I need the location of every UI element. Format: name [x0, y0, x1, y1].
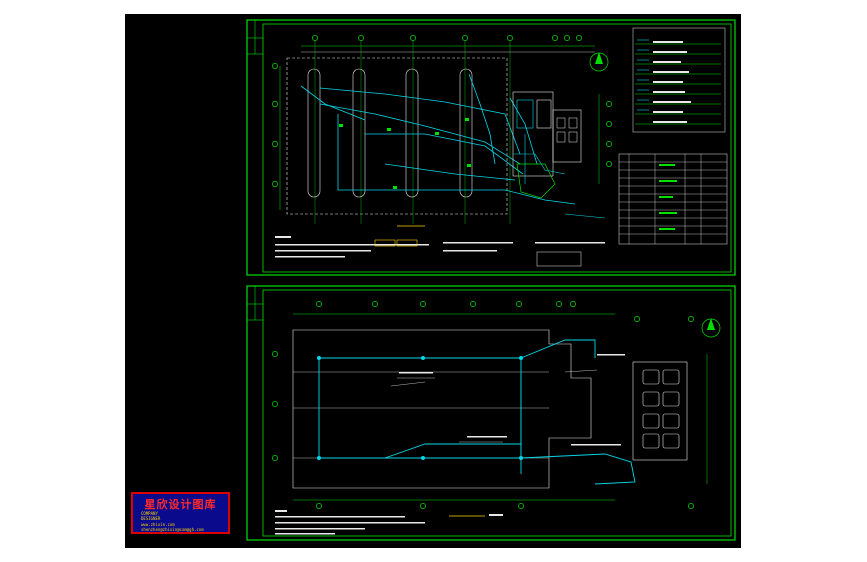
top-drawing	[246, 19, 736, 276]
cad-viewport[interactable]	[125, 14, 741, 548]
watermark-stamp: 星欣设计图库 COMPANY DESIGNER www.zhixin.com s…	[131, 492, 230, 534]
watermark-title: 星欣设计图库	[144, 498, 217, 511]
watermark-line2: DESIGNER	[141, 516, 161, 521]
bottom-drawing	[246, 285, 736, 541]
drawing-sheet	[246, 19, 736, 541]
watermark-line4: shenzhen@zhixin@com@gh.com	[141, 527, 204, 532]
